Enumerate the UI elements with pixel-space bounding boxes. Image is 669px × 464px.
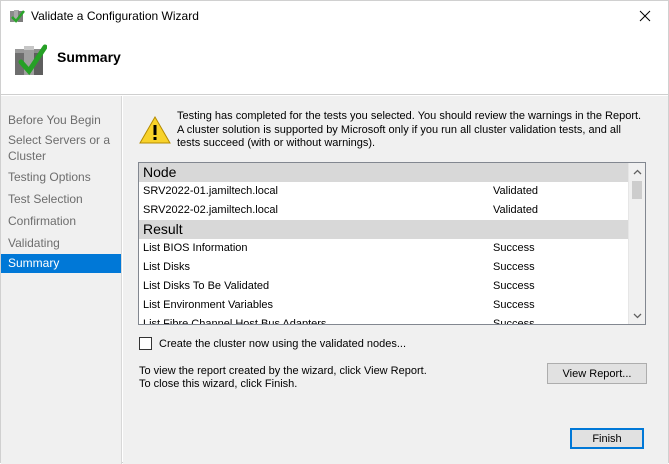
content-panel: Testing has completed for the tests you … [123,96,668,464]
scroll-down-button[interactable] [629,307,645,324]
nav-item-test-selection[interactable]: Test Selection [1,191,121,207]
list-item[interactable]: List Fibre Channel Host Bus Adapters Suc… [139,315,630,325]
item-status: Success [493,242,535,254]
page-title: Summary [57,49,121,65]
create-cluster-label[interactable]: Create the cluster now using the validat… [159,338,406,350]
chevron-down-icon [633,313,642,318]
view-report-instruction: To view the report created by the wizard… [139,365,427,377]
nav-item-select-servers[interactable]: Select Servers or a Cluster [1,132,119,164]
item-status: Validated [493,185,539,197]
view-report-button[interactable]: View Report... [547,363,647,384]
window-title: Validate a Configuration Wizard [31,9,199,23]
validation-results-list[interactable]: Node SRV2022-01.jamiltech.local Validate… [138,162,646,325]
instructions-text: To view the report created by the wizard… [139,365,427,391]
close-icon [639,10,651,22]
list-item[interactable]: List BIOS Information Success [139,239,630,258]
item-name: List Fibre Channel Host Bus Adapters [143,318,327,325]
group-header-result: Result [139,220,630,239]
list-item[interactable]: List Disks To Be Validated Success [139,277,630,296]
list-item[interactable]: List Environment Variables Success [139,296,630,315]
warning-message: Testing has completed for the tests you … [177,110,642,149]
scroll-up-button[interactable] [629,163,645,180]
finish-instruction: To close this wizard, click Finish. [139,378,298,390]
item-status: Success [493,261,535,273]
nav-item-before-you-begin[interactable]: Before You Begin [1,112,121,128]
finish-button[interactable]: Finish [570,428,644,449]
item-name: List Disks [143,261,191,273]
item-status: Success [493,318,535,325]
item-name: List BIOS Information [143,242,248,254]
list-item[interactable]: List Disks Success [139,258,630,277]
cluster-app-icon [9,8,25,24]
item-status: Validated [493,204,539,216]
item-name: List Environment Variables [143,299,274,311]
nav-item-confirmation[interactable]: Confirmation [1,213,121,229]
wizard-header: Summary [1,31,668,95]
close-button[interactable] [622,1,668,31]
warning-icon [139,115,171,144]
nav-item-validating[interactable]: Validating [1,235,121,251]
create-cluster-option[interactable]: Create the cluster now using the validat… [139,337,406,350]
vertical-scrollbar[interactable] [628,163,645,324]
cluster-servers-checkmark-icon [13,41,48,79]
item-status: Success [493,280,535,292]
wizard-steps-nav: Before You Begin Select Servers or a Clu… [1,96,122,464]
list-item[interactable]: SRV2022-01.jamiltech.local Validated [139,182,630,201]
item-name: List Disks To Be Validated [143,280,270,292]
nav-item-summary[interactable]: Summary [1,254,121,273]
wizard-window: Validate a Configuration Wizard Summary … [0,0,669,464]
list-content: Node SRV2022-01.jamiltech.local Validate… [139,163,630,325]
item-name: SRV2022-02.jamiltech.local [143,204,278,216]
scrollbar-thumb[interactable] [632,181,642,199]
create-cluster-checkbox[interactable] [139,337,152,350]
item-status: Success [493,299,535,311]
nav-item-testing-options[interactable]: Testing Options [1,169,121,185]
list-item[interactable]: SRV2022-02.jamiltech.local Validated [139,201,630,220]
chevron-up-icon [633,169,642,174]
item-name: SRV2022-01.jamiltech.local [143,185,278,197]
group-header-node: Node [139,163,630,182]
title-bar: Validate a Configuration Wizard [1,1,668,31]
